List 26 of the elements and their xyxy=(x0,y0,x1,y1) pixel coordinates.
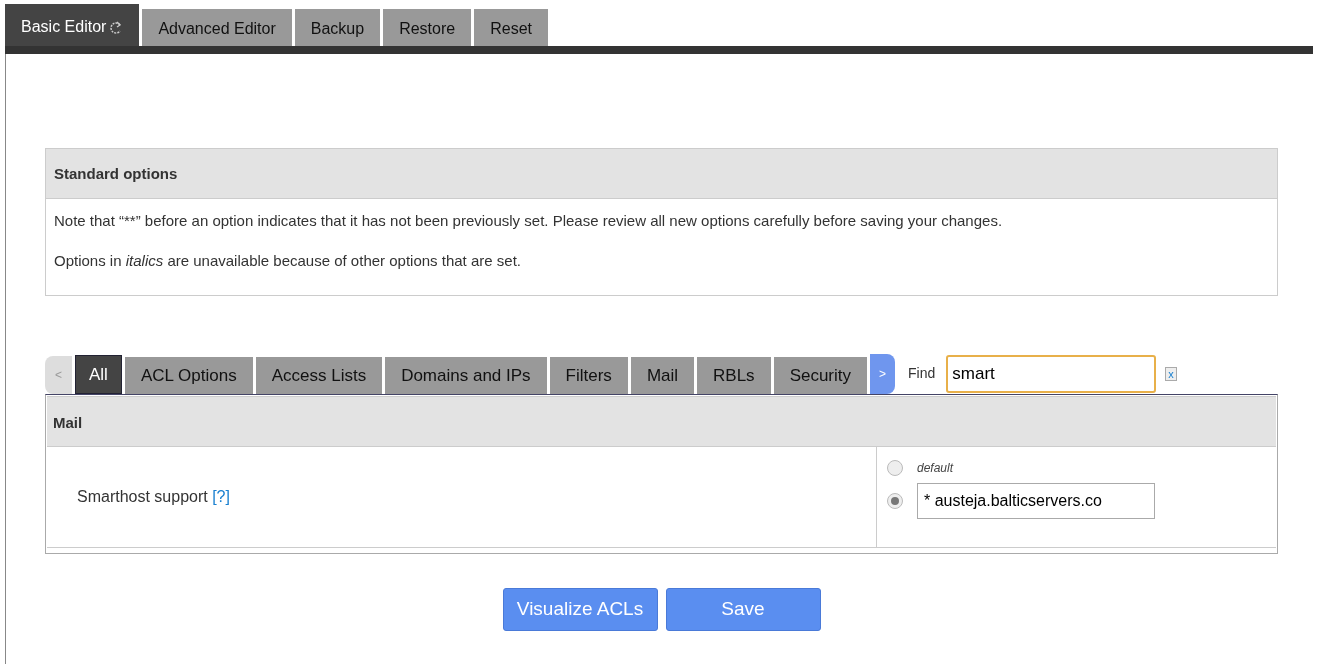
category-tab[interactable]: ACL Options xyxy=(124,357,253,394)
radio-button[interactable] xyxy=(887,493,903,510)
find-label: Find xyxy=(908,364,936,384)
clear-button[interactable]: x xyxy=(1165,366,1177,381)
note-text: Options in italics are unavailable because of other options that are set. xyxy=(54,250,522,271)
category-tab[interactable]: Filters xyxy=(549,357,628,394)
note-text: Note that “**” before an option indicates that it has not been previously set. Please review all new options carefully before saving your changes. xyxy=(54,210,1004,231)
category-tab[interactable]: RBLs xyxy=(697,357,771,394)
panel-title: Standard options xyxy=(46,149,1277,199)
category-tab[interactable]: Domains and IPs xyxy=(385,357,547,394)
editor-tab[interactable]: Backup xyxy=(294,9,381,47)
help-link[interactable]: [?] xyxy=(212,488,230,506)
value-field[interactable]: * austeja.balticservers.co xyxy=(917,483,1155,520)
default-label: default xyxy=(917,460,954,478)
editor-tab[interactable]: Basic Editor xyxy=(5,4,140,47)
option-label: Smarthost support xyxy=(77,488,209,506)
editor-tab[interactable]: Reset xyxy=(474,9,548,47)
find-field[interactable]: smart xyxy=(946,354,1157,393)
radio-button[interactable] xyxy=(887,460,903,477)
category-tab[interactable]: Access Lists xyxy=(255,357,383,394)
category-tab[interactable]: All xyxy=(75,355,122,394)
editor-tab[interactable]: Restore xyxy=(383,9,472,47)
section-title: Mail xyxy=(47,395,1276,448)
category-tab[interactable]: Mail xyxy=(630,357,695,394)
category-tab[interactable]: Security xyxy=(773,357,868,394)
editor-tab[interactable]: Advanced Editor xyxy=(142,9,292,47)
